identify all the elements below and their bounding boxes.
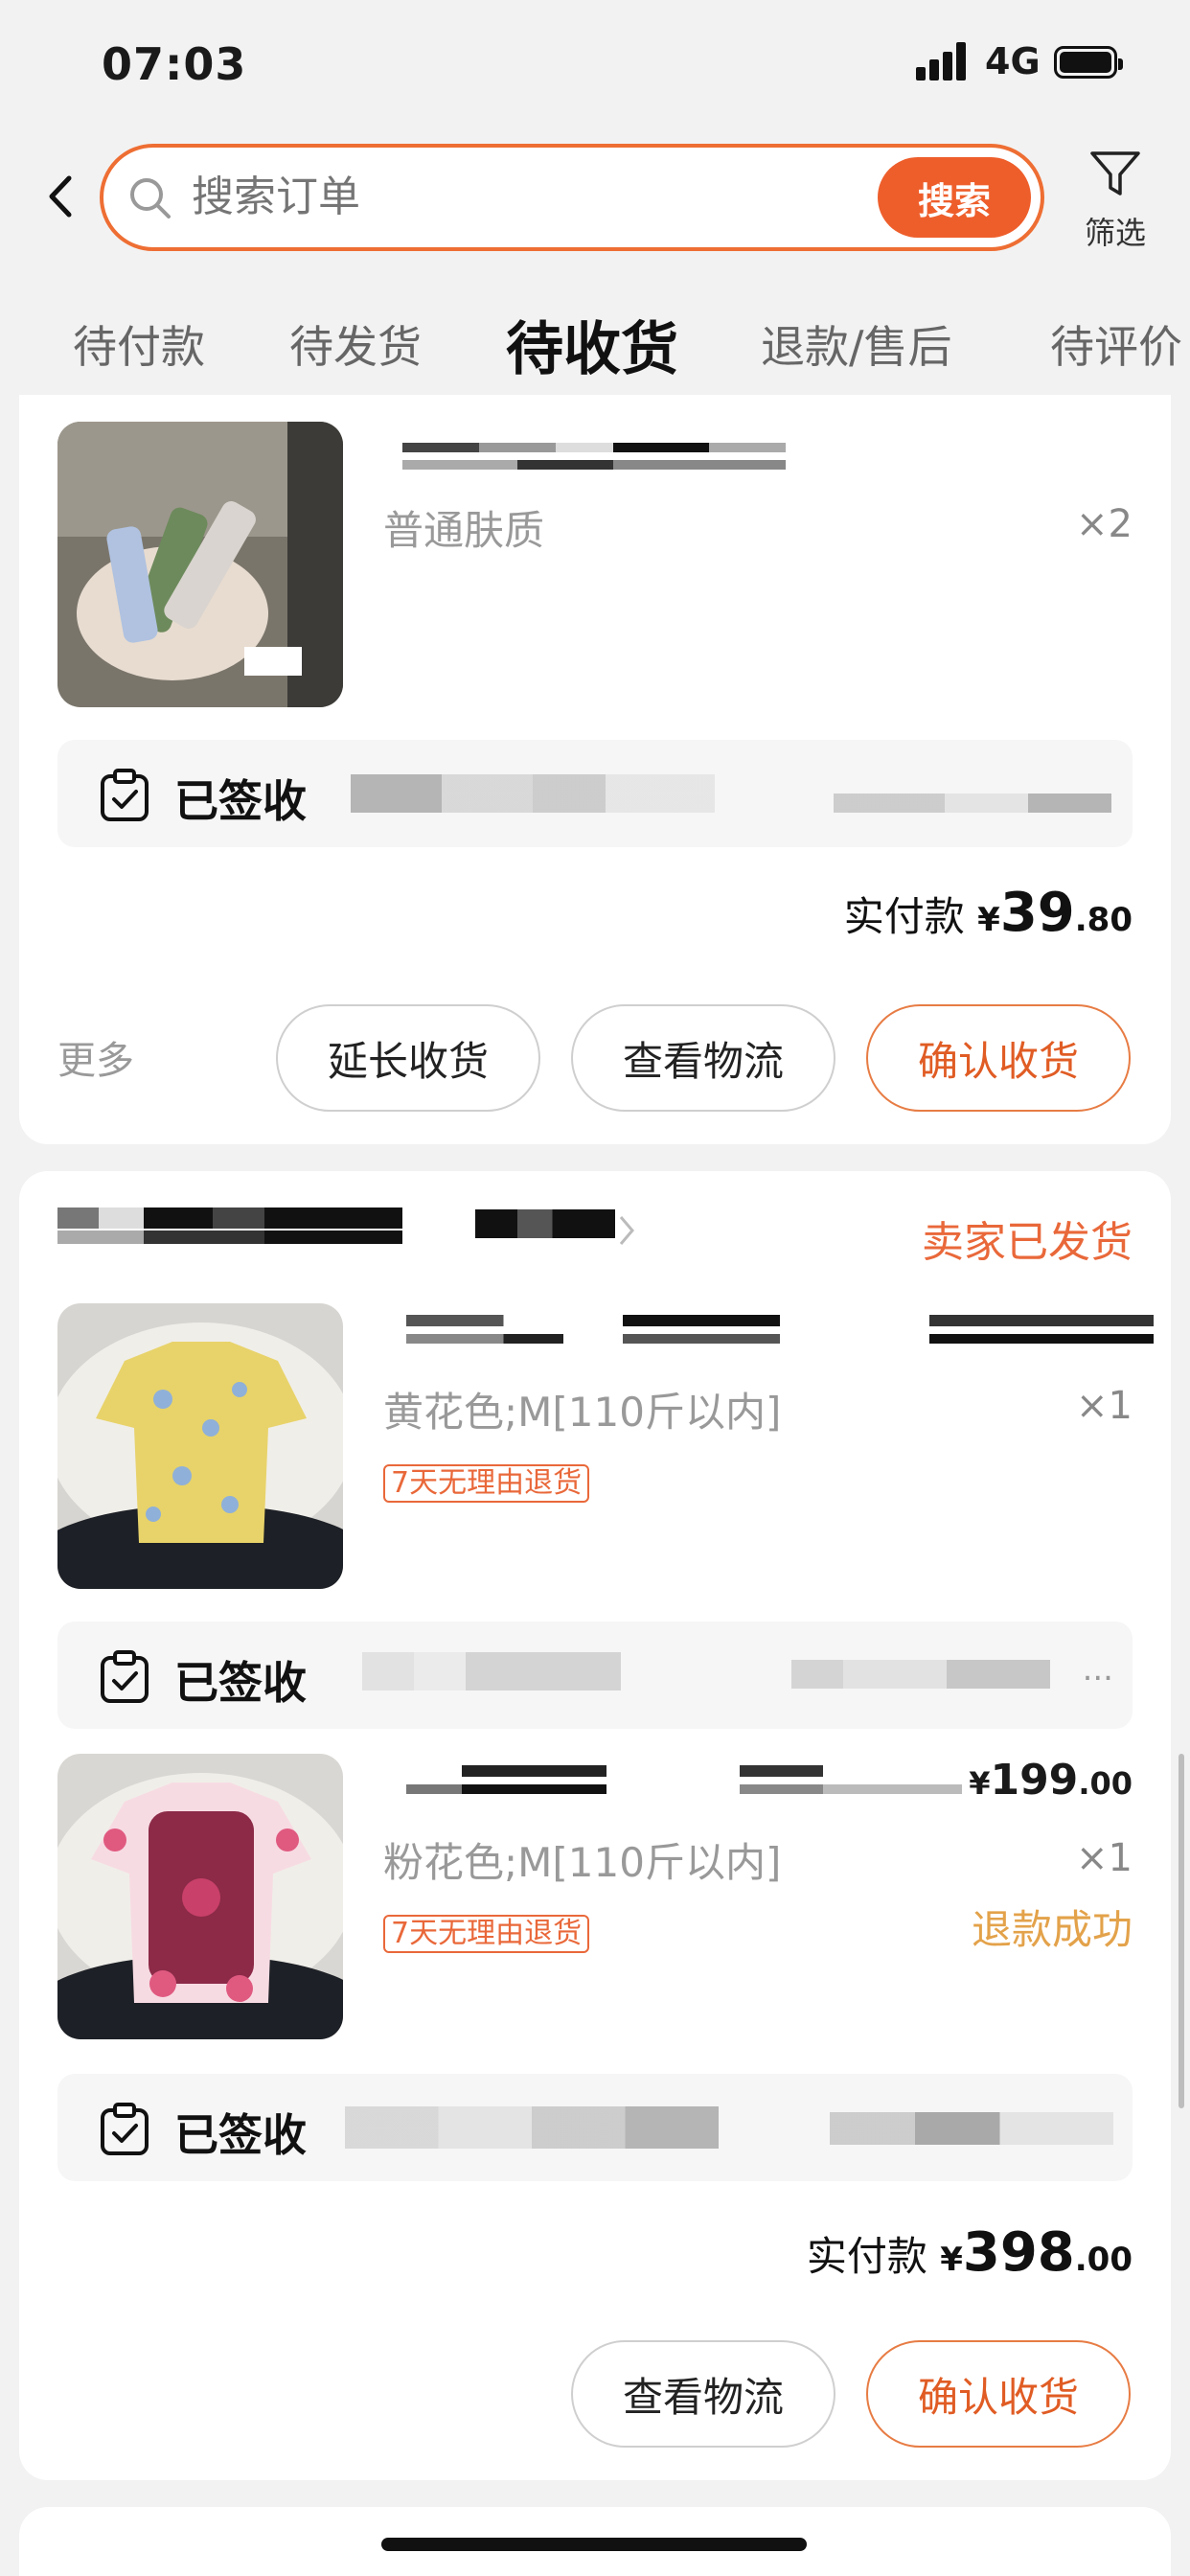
clipboard-check-icon xyxy=(101,2103,149,2155)
product-image[interactable] xyxy=(57,1754,343,2039)
view-logistics-button[interactable]: 查看物流 xyxy=(571,2340,835,2448)
redacted-shop-name[interactable] xyxy=(57,1208,402,1229)
order-card: 卖家已发货 黄花色;M[110斤以内] ×1 7天无理由退货 已签收 ... ¥… xyxy=(19,1171,1171,2480)
currency-symbol: ¥ xyxy=(969,1765,991,1802)
paid-label: 实付款 xyxy=(806,2233,927,2280)
back-icon[interactable] xyxy=(38,172,86,220)
paid-label: 实付款 xyxy=(843,893,965,940)
tab-refund-aftersale[interactable]: 退款/售后 xyxy=(761,312,952,376)
tab-pending-review[interactable]: 待评价 xyxy=(1050,312,1182,376)
item-price: ¥199.00 xyxy=(969,1756,1133,1805)
scrollbar[interactable] xyxy=(1179,1754,1184,2108)
signed-label: 已签收 xyxy=(174,775,307,827)
redacted-tracking xyxy=(362,1652,621,1690)
product-quantity: ×2 xyxy=(1076,502,1133,546)
redacted-tracking xyxy=(351,774,715,813)
redacted-shop-name xyxy=(57,1230,402,1244)
redacted-tracking xyxy=(791,1660,1050,1689)
redacted-tracking xyxy=(830,2112,1113,2145)
search-icon xyxy=(130,178,171,218)
search-box[interactable]: 搜索 xyxy=(100,144,1044,251)
signal-icon xyxy=(916,42,970,80)
paid-amount-decimal: .80 xyxy=(1074,901,1133,939)
more-link[interactable]: 更多 xyxy=(57,1029,134,1085)
signed-label: 已签收 xyxy=(174,1657,307,1709)
total-paid: 实付款 ¥398.00 xyxy=(807,2221,1133,2284)
home-indicator[interactable] xyxy=(381,2538,807,2551)
filter-button[interactable]: 筛选 xyxy=(1073,146,1157,251)
return-policy-badge: 7天无理由退货 xyxy=(383,1915,590,1953)
product-variant: 粉花色;M[110斤以内] xyxy=(383,1839,782,1886)
redacted-shop-name xyxy=(475,1209,615,1238)
clipboard-check-icon xyxy=(101,1650,149,1703)
redacted-title xyxy=(406,1765,962,1777)
redacted-title xyxy=(402,443,786,452)
paid-amount-integer: 39 xyxy=(999,882,1075,944)
redacted-title xyxy=(406,1334,1154,1344)
filter-icon xyxy=(1090,151,1140,196)
delivery-status-row[interactable]: 已签收 xyxy=(57,740,1133,847)
redacted-tracking xyxy=(345,2106,719,2149)
currency-symbol: ¥ xyxy=(977,901,1000,939)
tab-pending-payment[interactable]: 待付款 xyxy=(73,312,205,376)
refund-status[interactable]: 退款成功 xyxy=(972,1898,1133,1956)
view-logistics-button[interactable]: 查看物流 xyxy=(571,1004,835,1112)
redacted-title xyxy=(402,460,786,470)
paid-amount-integer: 398 xyxy=(962,2221,1075,2284)
product-quantity: ×1 xyxy=(1076,1384,1133,1428)
search-header: 搜索 筛选 xyxy=(0,140,1190,255)
battery-icon xyxy=(1054,46,1123,79)
chevron-right-icon xyxy=(619,1216,634,1245)
ellipsis-icon[interactable]: ... xyxy=(1083,1650,1113,1689)
extend-receipt-button[interactable]: 延长收货 xyxy=(276,1004,540,1112)
total-paid: 实付款 ¥39.80 xyxy=(844,882,1133,944)
redacted-tracking xyxy=(834,794,1111,813)
confirm-receipt-button[interactable]: 确认收货 xyxy=(866,2340,1131,2448)
order-status: 卖家已发货 xyxy=(922,1218,1133,1267)
product-image[interactable] xyxy=(57,422,343,707)
return-policy-badge: 7天无理由退货 xyxy=(383,1464,590,1503)
tab-pending-shipment[interactable]: 待发货 xyxy=(289,312,422,376)
status-bar: 07:03 4G xyxy=(0,0,1190,134)
product-variant: 黄花色;M[110斤以内] xyxy=(383,1389,782,1436)
search-button[interactable]: 搜索 xyxy=(878,157,1031,238)
currency-symbol: ¥ xyxy=(940,2241,963,2279)
product-image[interactable] xyxy=(57,1303,343,1589)
network-label: 4G xyxy=(985,40,1041,82)
search-input[interactable] xyxy=(192,169,862,226)
product-quantity: ×1 xyxy=(1076,1836,1133,1880)
redacted-title xyxy=(406,1784,962,1794)
price-integer: 199 xyxy=(990,1756,1079,1805)
price-decimal: .00 xyxy=(1078,1765,1133,1802)
status-time: 07:03 xyxy=(102,38,247,90)
paid-amount-decimal: .00 xyxy=(1074,2241,1133,2279)
signed-label: 已签收 xyxy=(174,2109,307,2161)
product-variant: 普通肤质 xyxy=(383,507,545,554)
filter-label: 筛选 xyxy=(1084,215,1146,251)
tab-pending-receipt[interactable]: 待收货 xyxy=(506,303,678,386)
delivery-status-row[interactable]: 已签收 ... xyxy=(57,1622,1133,1729)
delivery-status-row[interactable]: 已签收 xyxy=(57,2074,1133,2181)
redacted-title xyxy=(406,1315,1154,1326)
confirm-receipt-button[interactable]: 确认收货 xyxy=(866,1004,1131,1112)
order-tabs: 待付款 待发货 待收货 退款/售后 待评价 xyxy=(0,303,1190,389)
order-card: 普通肤质 ×2 已签收 实付款 ¥39.80 更多 延长收货 查看物流 确认收货 xyxy=(19,395,1171,1144)
clipboard-check-icon xyxy=(101,769,149,821)
